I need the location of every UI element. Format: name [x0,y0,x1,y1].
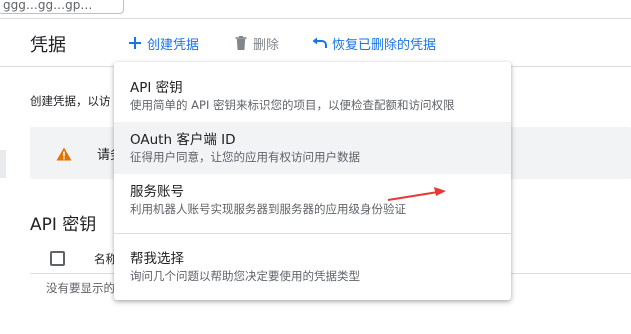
create-credentials-menu: API 密钥 使用简单的 API 密钥来标识您的项目，以便检查配额和访问权限 O… [114,62,511,300]
trash-icon [233,35,249,51]
menu-item-description: 征得用户同意，让您的应用有权访问用户数据 [130,150,360,164]
menu-item-description: 利用机器人账号实现服务器到服务器的应用级身份验证 [130,202,406,216]
intro-text: 创建凭据，以访 [30,94,111,108]
menu-item-oauth-client-id[interactable]: OAuth 客户端 ID 征得用户同意，让您的应用有权访问用户数据 [114,122,511,174]
plus-icon [127,35,143,51]
create-credentials-label: 创建凭据 [147,37,200,53]
restore-deleted-credentials-button[interactable]: 恢复已删除的凭据 [312,34,437,53]
menu-item-description: 使用简单的 API 密钥来标识您的项目，以便检查配额和访问权限 [130,98,455,112]
menu-item-service-account[interactable]: 服务账号 利用机器人账号实现服务器到服务器的应用级身份验证 [114,174,511,226]
left-nav-highlight [0,150,6,178]
delete-label: 删除 [253,37,280,53]
warning-icon [56,146,72,161]
undo-icon [312,35,328,51]
select-all-checkbox[interactable] [50,251,65,266]
menu-item-title: API 密钥 [130,80,183,96]
page-title: 凭据 [30,35,66,56]
search-input-value: ggg…gg…gp… [3,0,93,12]
menu-divider [114,233,511,234]
menu-item-api-key[interactable]: API 密钥 使用简单的 API 密钥来标识您的项目，以便检查配额和访问权限 [114,70,511,122]
create-credentials-button[interactable]: 创建凭据 [127,34,200,53]
menu-item-title: 服务账号 [130,184,184,200]
top-divider [0,18,631,19]
menu-item-help-me-choose[interactable]: 帮我选择 询问几个问题以帮助您决定要使用的凭据类型 [114,241,511,293]
search-input[interactable]: ggg…gg…gp… [0,0,124,14]
menu-item-description: 询问几个问题以帮助您决定要使用的凭据类型 [130,269,360,283]
empty-table-message: 没有要显示的 [46,281,115,295]
menu-item-title: OAuth 客户端 ID [130,132,236,148]
delete-button[interactable]: 删除 [233,34,280,53]
api-keys-section-title: API 密钥 [30,215,97,235]
menu-item-title: 帮我选择 [130,251,184,267]
restore-label: 恢复已删除的凭据 [332,37,437,53]
